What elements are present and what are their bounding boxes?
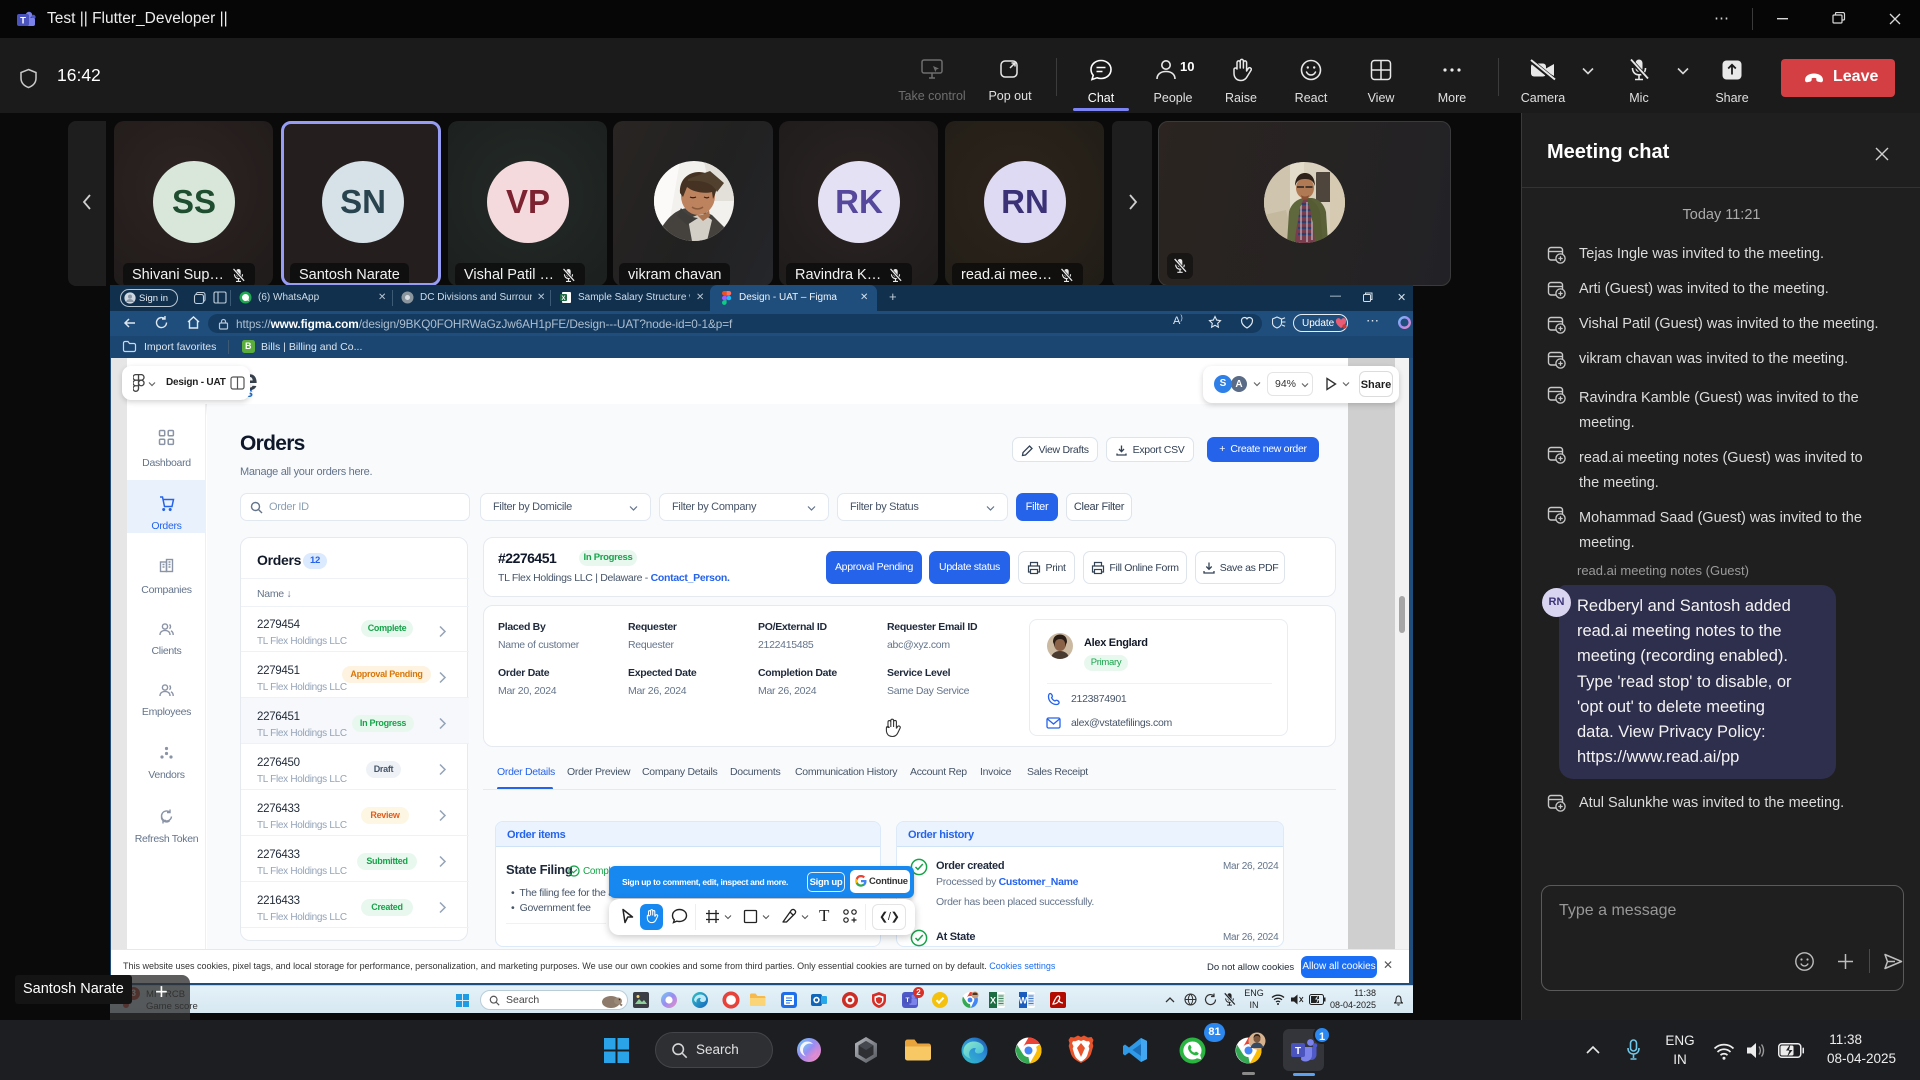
svg-text:X: X bbox=[990, 996, 996, 1006]
svg-text:10: 10 bbox=[1180, 59, 1194, 74]
svg-text:X: X bbox=[561, 296, 565, 302]
svg-text:T: T bbox=[20, 16, 26, 27]
svg-text:W: W bbox=[1019, 996, 1028, 1006]
svg-text:T: T bbox=[906, 997, 910, 1004]
svg-text:T: T bbox=[1295, 1046, 1301, 1057]
